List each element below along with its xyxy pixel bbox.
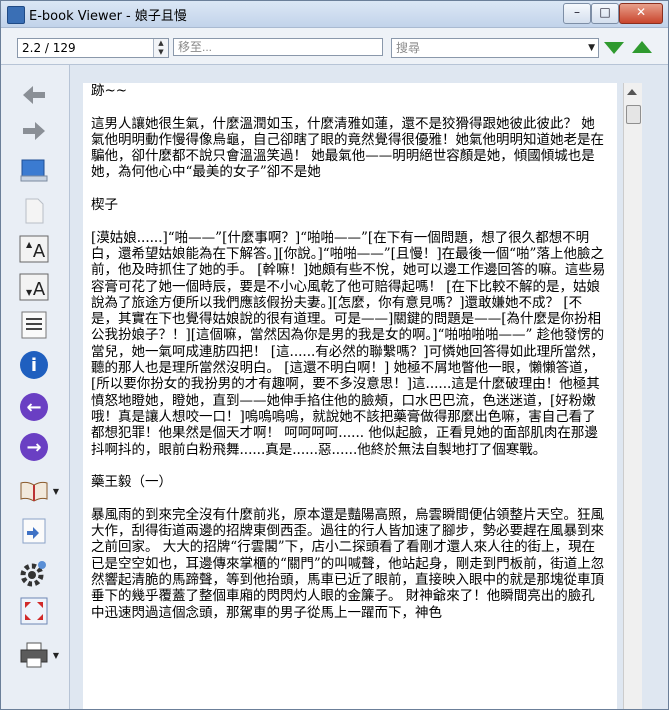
copy-button[interactable] xyxy=(17,195,51,227)
forward-button[interactable] xyxy=(17,115,51,147)
arrow-right-icon xyxy=(23,122,45,140)
position-spinbox[interactable]: 2.2 / 129 ▲ ▼ xyxy=(17,38,169,58)
print-button[interactable]: ▼ xyxy=(17,639,59,671)
position-value: 2.2 / 129 xyxy=(22,41,76,55)
goto-input[interactable] xyxy=(173,38,383,56)
svg-text:A: A xyxy=(33,241,46,262)
chevron-down-icon[interactable]: ▼ xyxy=(53,487,59,496)
font-larger-button[interactable]: A ▲ xyxy=(17,233,51,265)
chevron-down-icon[interactable]: ▼ xyxy=(584,39,595,57)
scroll-up-icon[interactable] xyxy=(627,89,637,95)
library-button[interactable] xyxy=(17,155,51,187)
info-icon: i xyxy=(20,351,48,379)
copy-icon xyxy=(25,198,44,224)
svg-text:▲: ▲ xyxy=(26,240,33,249)
close-button[interactable]: ✕ xyxy=(619,3,663,24)
library-icon xyxy=(20,159,48,182)
fullscreen-icon xyxy=(20,597,48,625)
book-text: 跡~~ 這男人讓她很生氣，什麼溫潤如玉，什麼清雅如蓮，還不是狡猾得跟她彼此彼此？… xyxy=(91,83,607,637)
next-icon: → xyxy=(20,433,48,461)
back-button[interactable] xyxy=(17,79,51,111)
minimize-button[interactable]: – xyxy=(563,3,591,24)
print-icon xyxy=(20,642,48,668)
chevron-down-icon[interactable]: ▼ xyxy=(53,651,59,660)
chapter-heading: 楔子 xyxy=(91,197,118,214)
font-smaller-button[interactable]: A ▼ xyxy=(17,271,51,303)
scroll-thumb[interactable] xyxy=(626,105,641,124)
paragraph: [漠姑娘......]“啪——”[什麼事啊？]“啪啪——”[在下有一個問題，想了… xyxy=(91,229,606,458)
previous-icon: ← xyxy=(20,393,48,421)
fullscreen-button[interactable] xyxy=(17,595,51,627)
next-button[interactable]: → xyxy=(17,431,51,463)
arrow-left-icon xyxy=(23,86,45,104)
chapter-heading: 藥王毅（一） xyxy=(91,474,172,491)
font-smaller-icon: A▼ xyxy=(19,273,49,301)
ebook-viewer-window: E-book Viewer - 娘子且慢 – □ ✕ 2.2 / 129 ▲ ▼ … xyxy=(0,0,669,710)
paragraph: 跡~~ xyxy=(91,83,128,99)
info-button[interactable]: i xyxy=(17,349,51,381)
bookmark-button[interactable] xyxy=(17,515,51,547)
search-placeholder: 搜尋 xyxy=(396,41,421,55)
open-book-icon xyxy=(20,481,48,502)
toolbar: 2.2 / 129 ▲▼ 搜尋 ▼ xyxy=(1,28,668,65)
previous-button[interactable]: ← xyxy=(17,391,51,423)
bookmark-icon xyxy=(22,518,46,544)
paragraph: 這男人讓她很生氣，什麼溫潤如玉，什麼清雅如蓮，還不是狡猾得跟她彼此彼此？ 她氣他… xyxy=(91,115,604,181)
vertical-scrollbar[interactable] xyxy=(623,83,642,709)
preferences-button[interactable] xyxy=(17,557,51,589)
paragraph: 暴風雨的到來完全沒有什麼前兆，原本還是豔陽高照，烏雲瞬間便佔領整片天空。狂風大作… xyxy=(91,506,605,621)
app-icon xyxy=(7,6,25,24)
maximize-button[interactable]: □ xyxy=(591,3,619,24)
toc-icon xyxy=(21,311,47,339)
left-toolbar: A ▲ A ▼ i ← → ▼ ▼ xyxy=(1,65,70,709)
svg-text:▼: ▼ xyxy=(26,288,33,297)
find-previous-icon[interactable] xyxy=(632,41,652,53)
gear-icon xyxy=(20,561,46,587)
spin-buttons[interactable]: ▲ ▼ xyxy=(153,39,168,57)
search-combobox[interactable]: 搜尋 ▼ xyxy=(391,38,599,58)
window-title: E-book Viewer - 娘子且慢 xyxy=(29,9,187,24)
svg-text:A: A xyxy=(33,279,46,300)
book-content[interactable]: 跡~~ 這男人讓她很生氣，什麼溫潤如玉，什麼清雅如蓮，還不是狡猾得跟她彼此彼此？… xyxy=(83,83,617,709)
titlebar[interactable]: E-book Viewer - 娘子且慢 – □ ✕ xyxy=(1,1,668,28)
find-next-icon[interactable] xyxy=(604,42,624,54)
toc-button[interactable] xyxy=(17,309,51,341)
font-larger-icon: A▲ xyxy=(19,235,49,263)
open-book-button[interactable]: ▼ xyxy=(17,475,59,507)
